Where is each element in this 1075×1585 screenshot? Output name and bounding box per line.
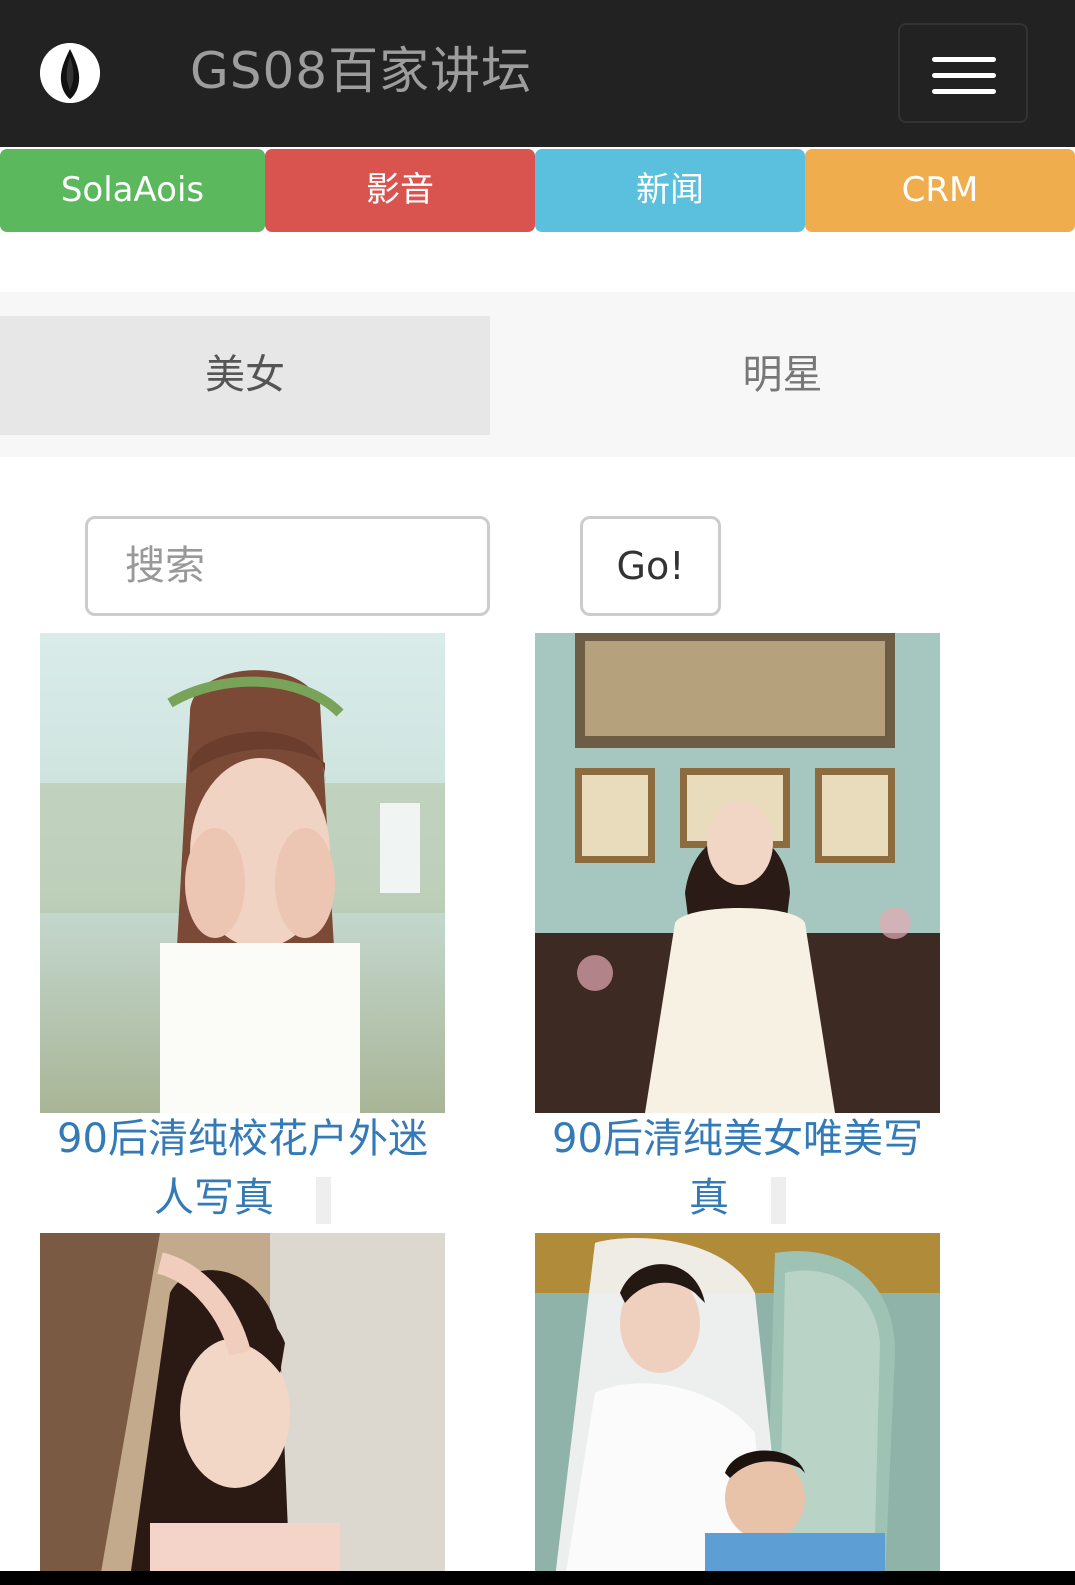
category-label: 新闻 <box>636 170 704 210</box>
photo-thumbnail[interactable] <box>535 633 940 1113</box>
photo-thumbnail[interactable] <box>40 633 445 1113</box>
tab-bar: 美女 明星 <box>0 292 1075 457</box>
photo-title-link[interactable]: 90后清纯校花户外迷人写真 <box>40 1110 445 1228</box>
menu-toggle-button[interactable] <box>898 23 1028 123</box>
menu-bar-icon <box>932 73 996 78</box>
category-button-news[interactable]: 新闻 <box>535 149 805 232</box>
logo-icon[interactable] <box>40 43 100 103</box>
category-button-solaaois[interactable]: SolaAois <box>0 149 265 232</box>
tab-stars[interactable]: 明星 <box>490 316 1075 435</box>
menu-bar-icon <box>932 57 996 62</box>
category-button-media[interactable]: 影音 <box>265 149 535 232</box>
top-navbar: GS08百家讲坛 <box>0 0 1075 147</box>
category-label: CRM <box>901 170 979 210</box>
menu-bar-icon <box>932 89 996 94</box>
photo-thumbnail[interactable] <box>535 1233 940 1578</box>
search-go-button[interactable]: Go! <box>580 516 721 616</box>
page: GS08百家讲坛 SolaAois 影音 新闻 CRM 美女 明星 Go! <box>0 0 1075 1585</box>
brand-title[interactable]: GS08百家讲坛 <box>190 38 532 104</box>
photo-thumbnail[interactable] <box>40 1233 445 1578</box>
bottom-edge-bar <box>0 1571 1075 1585</box>
photo-title-link[interactable]: 90后清纯美女唯美写真 <box>535 1110 940 1228</box>
search-input[interactable] <box>85 516 490 616</box>
tab-beauty[interactable]: 美女 <box>0 316 490 435</box>
category-button-crm[interactable]: CRM <box>805 149 1075 232</box>
category-label: SolaAois <box>60 170 205 210</box>
category-label: 影音 <box>366 170 434 210</box>
